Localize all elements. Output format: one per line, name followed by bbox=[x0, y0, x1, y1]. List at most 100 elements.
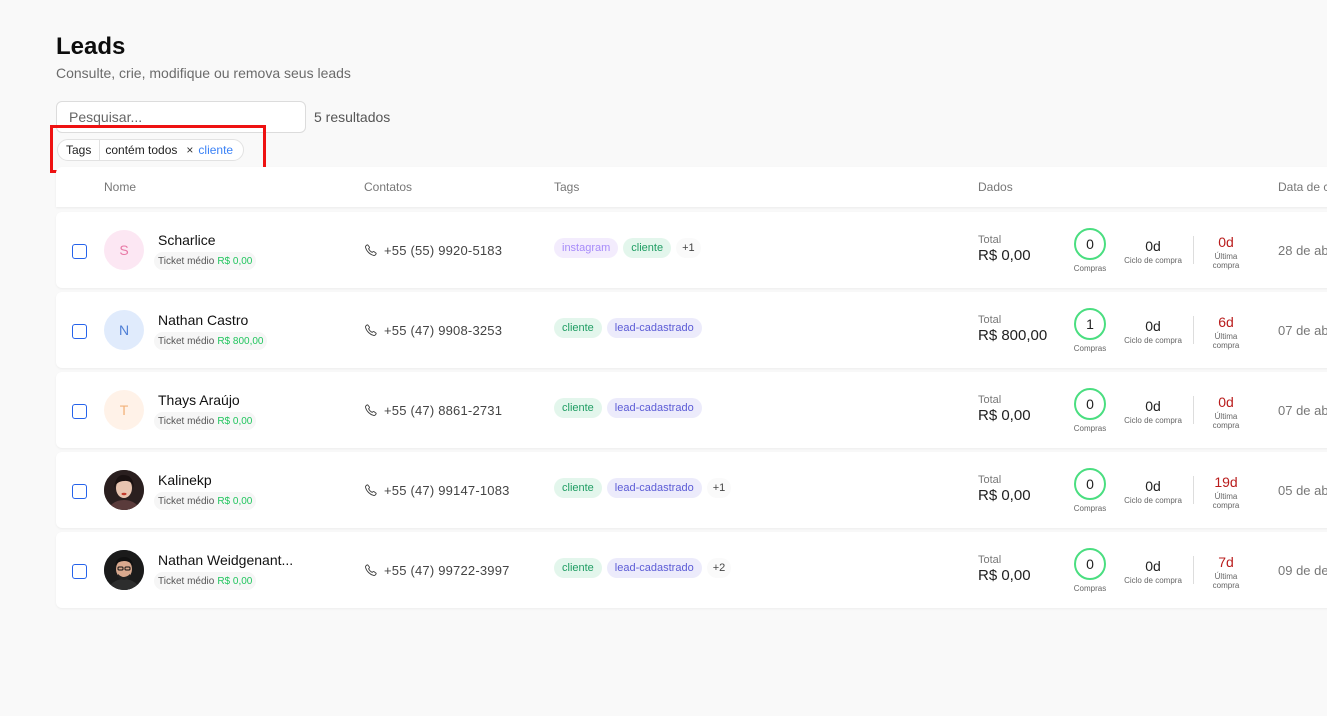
ciclo-value: 0d bbox=[1145, 238, 1161, 254]
phone-number[interactable]: +55 (47) 99722-3997 bbox=[384, 563, 510, 578]
more-tags-badge[interactable]: +2 bbox=[706, 558, 732, 578]
column-contatos[interactable]: Contatos bbox=[364, 180, 412, 194]
filter-value[interactable]: cliente bbox=[198, 143, 243, 157]
divider bbox=[1193, 316, 1194, 344]
created-date: 07 de ab bbox=[1278, 323, 1327, 338]
ciclo-value: 0d bbox=[1145, 478, 1161, 494]
tag-badge[interactable]: cliente bbox=[554, 478, 602, 498]
avatar-photo bbox=[104, 470, 144, 510]
table-row[interactable]: Nathan Weidgenant... Ticket médio R$ 0,00 +… bbox=[56, 532, 1327, 608]
divider bbox=[1193, 476, 1194, 504]
tag-badge[interactable]: lead-cadastrado bbox=[606, 558, 702, 578]
ticket-medio: Ticket médio R$ 0,00 bbox=[154, 572, 257, 590]
ciclo-label: Ciclo de compra bbox=[1124, 416, 1182, 425]
result-count: 5 resultados bbox=[314, 109, 391, 125]
lead-name[interactable]: Kalinekp bbox=[158, 472, 212, 488]
ultima-label-1: Última bbox=[1214, 572, 1238, 581]
table-row[interactable]: Kalinekp Ticket médio R$ 0,00 +55 (47) 9914… bbox=[56, 452, 1327, 528]
lead-name[interactable]: Thays Araújo bbox=[158, 392, 240, 408]
total-value: R$ 0,00 bbox=[978, 487, 1031, 504]
ciclo-value: 0d bbox=[1145, 318, 1161, 334]
lead-name[interactable]: Nathan Weidgenant... bbox=[158, 552, 293, 568]
filter-operator[interactable]: contém todos bbox=[100, 143, 181, 157]
tag-badge[interactable]: lead-cadastrado bbox=[606, 318, 702, 338]
more-tags-badge[interactable]: +1 bbox=[706, 478, 732, 498]
table-row[interactable]: N Nathan Castro Ticket médio R$ 800,00 +55 (… bbox=[56, 292, 1327, 368]
compras-count: 0 bbox=[1074, 548, 1106, 580]
page-title: Leads bbox=[56, 33, 126, 60]
tag-badge[interactable]: cliente bbox=[554, 318, 602, 338]
tag-badge[interactable]: instagram bbox=[554, 238, 619, 258]
phone-icon bbox=[364, 243, 378, 257]
column-data[interactable]: Data de c bbox=[1278, 180, 1327, 194]
ticket-value: R$ 0,00 bbox=[217, 495, 253, 507]
tags-list: instagram cliente +1 bbox=[554, 238, 701, 258]
ultima-label-1: Última bbox=[1214, 252, 1238, 261]
phone-number[interactable]: +55 (47) 9908-3253 bbox=[384, 323, 502, 338]
avatar bbox=[104, 550, 144, 590]
table-header: Nome Contatos Tags Dados Data de c bbox=[56, 167, 1327, 207]
column-tags[interactable]: Tags bbox=[554, 180, 579, 194]
tag-badge[interactable]: cliente bbox=[554, 398, 602, 418]
row-checkbox[interactable] bbox=[72, 484, 87, 499]
table-row[interactable]: T Thays Araújo Ticket médio R$ 0,00 +55 (47)… bbox=[56, 372, 1327, 448]
table-row[interactable]: S Scharlice Ticket médio R$ 0,00 +55 (55) 99… bbox=[56, 212, 1327, 288]
row-checkbox[interactable] bbox=[72, 564, 87, 579]
ticket-medio: Ticket médio R$ 0,00 bbox=[154, 412, 257, 430]
total-value: R$ 0,00 bbox=[978, 407, 1031, 424]
avatar: S bbox=[104, 230, 144, 270]
ticket-label: Ticket médio bbox=[158, 575, 215, 587]
avatar: T bbox=[104, 390, 144, 430]
row-checkbox[interactable] bbox=[72, 244, 87, 259]
ciclo-value: 0d bbox=[1145, 398, 1161, 414]
lead-name[interactable]: Scharlice bbox=[158, 232, 216, 248]
lead-name[interactable]: Nathan Castro bbox=[158, 312, 248, 328]
compras-count: 0 bbox=[1074, 468, 1106, 500]
phone-number[interactable]: +55 (47) 8861-2731 bbox=[384, 403, 502, 418]
total-label: Total bbox=[978, 314, 1002, 326]
compras-label: Compras bbox=[1073, 584, 1107, 593]
ultima-label-1: Última bbox=[1214, 492, 1238, 501]
created-date: 28 de ab bbox=[1278, 243, 1327, 258]
created-date: 07 de ab bbox=[1278, 403, 1327, 418]
column-nome[interactable]: Nome bbox=[104, 180, 136, 194]
page-subtitle: Consulte, crie, modifique ou remova seus… bbox=[56, 65, 351, 81]
filter-key[interactable]: Tags bbox=[58, 140, 101, 160]
tags-list: cliente lead-cadastrado +1 bbox=[554, 478, 732, 498]
close-icon[interactable]: × bbox=[181, 143, 198, 157]
ultima-compra-label: Última compra bbox=[1202, 492, 1250, 510]
ultima-label-2: compra bbox=[1212, 341, 1240, 350]
compras-count: 1 bbox=[1074, 308, 1106, 340]
ultima-compra-label: Última compra bbox=[1202, 412, 1250, 430]
tag-filter-chip[interactable]: Tags contém todos × cliente bbox=[57, 139, 245, 161]
ultima-label-2: compra bbox=[1212, 261, 1240, 270]
ultima-label-2: compra bbox=[1212, 421, 1240, 430]
tag-badge[interactable]: lead-cadastrado bbox=[606, 478, 702, 498]
phone-number[interactable]: +55 (55) 9920-5183 bbox=[384, 243, 502, 258]
ultima-compra-label: Última compra bbox=[1202, 332, 1250, 350]
more-tags-badge[interactable]: +1 bbox=[676, 238, 701, 258]
row-checkbox[interactable] bbox=[72, 324, 87, 339]
column-dados[interactable]: Dados bbox=[978, 180, 1013, 194]
ticket-medio: Ticket médio R$ 0,00 bbox=[154, 492, 257, 510]
tags-list: cliente lead-cadastrado bbox=[554, 398, 702, 418]
created-date: 09 de de bbox=[1278, 563, 1327, 578]
ticket-value: R$ 0,00 bbox=[217, 575, 253, 587]
tag-badge[interactable]: lead-cadastrado bbox=[606, 398, 702, 418]
ciclo-label: Ciclo de compra bbox=[1124, 496, 1182, 505]
avatar bbox=[104, 470, 144, 510]
row-checkbox[interactable] bbox=[72, 404, 87, 419]
tag-badge[interactable]: cliente bbox=[554, 558, 602, 578]
avatar-initial: N bbox=[118, 322, 130, 338]
ticket-value: R$ 0,00 bbox=[217, 255, 253, 267]
divider bbox=[1193, 556, 1194, 584]
tags-list: cliente lead-cadastrado +2 bbox=[554, 558, 732, 578]
ticket-medio: Ticket médio R$ 800,00 bbox=[154, 332, 268, 350]
total-value: R$ 0,00 bbox=[978, 247, 1031, 264]
phone-icon bbox=[364, 323, 378, 337]
phone-number[interactable]: +55 (47) 99147-1083 bbox=[384, 483, 510, 498]
tag-badge[interactable]: cliente bbox=[623, 238, 672, 258]
ultima-compra-value: 7d bbox=[1218, 554, 1234, 570]
ticket-label: Ticket médio bbox=[158, 255, 215, 267]
ciclo-label: Ciclo de compra bbox=[1124, 336, 1182, 345]
